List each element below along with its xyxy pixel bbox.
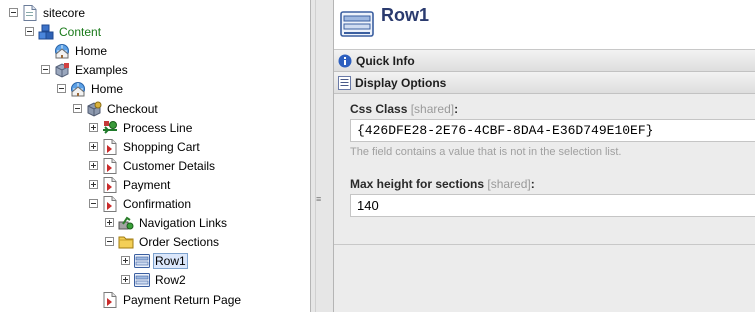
tree-node[interactable]: Customer Details bbox=[89, 156, 217, 175]
collapse-icon[interactable] bbox=[89, 199, 98, 208]
item-title: Row1 bbox=[381, 5, 430, 25]
css-class-validation-hint: The field contains a value that is not i… bbox=[350, 146, 622, 158]
display-options-fields: Css Class [shared]: {426DFE28-2E76-4CBF-… bbox=[334, 94, 755, 217]
item-header: Row1 bbox=[334, 0, 755, 50]
tree-node-label[interactable]: Navigation Links bbox=[137, 215, 229, 231]
tree-node[interactable]: Checkout bbox=[73, 99, 160, 118]
tree-node[interactable]: Home bbox=[41, 41, 109, 60]
css-class-shared-tag: [shared] bbox=[410, 102, 455, 116]
examples-box-icon bbox=[54, 62, 70, 78]
tree-node-label[interactable]: Payment bbox=[121, 177, 172, 193]
content-divider bbox=[334, 244, 755, 245]
tree-node[interactable]: Order Sections bbox=[105, 232, 221, 251]
splitter-edge-left bbox=[310, 0, 311, 312]
max-height-label: Max height for sections [shared]: bbox=[350, 177, 755, 191]
section-quick-info-label: Quick Info bbox=[356, 53, 415, 68]
tree-node[interactable]: Process Line bbox=[89, 118, 194, 137]
collapse-icon[interactable] bbox=[41, 65, 50, 74]
splitter-edge-inner bbox=[315, 0, 316, 312]
content-tree: sitecore Content Home Examples Home Checkout P… bbox=[0, 0, 310, 312]
css-class-field: Css Class [shared]: {426DFE28-2E76-4CBF-… bbox=[350, 102, 755, 158]
collapse-icon[interactable] bbox=[73, 104, 82, 113]
tree-node-label[interactable]: Checkout bbox=[105, 101, 160, 117]
tree-node-label[interactable]: Payment Return Page bbox=[121, 292, 243, 308]
folder-icon bbox=[118, 234, 134, 250]
tree-node-label[interactable]: Row1 bbox=[153, 252, 188, 269]
max-height-label-text: Max height for sections bbox=[350, 177, 485, 191]
tree-node-label[interactable]: Home bbox=[89, 81, 125, 97]
section-quick-info[interactable]: Quick Info bbox=[334, 50, 755, 72]
page-icon bbox=[102, 195, 118, 212]
css-class-label-text: Css Class bbox=[350, 102, 408, 116]
expand-icon[interactable] bbox=[89, 161, 98, 170]
tree-node-label[interactable]: Row2 bbox=[153, 272, 188, 288]
tree-node-label[interactable]: Order Sections bbox=[137, 234, 221, 250]
row-icon bbox=[134, 272, 150, 288]
css-class-input[interactable]: {426DFE28-2E76-4CBF-8DA4-E36D749E10EF} bbox=[350, 119, 755, 142]
splitter-grip-icon[interactable]: ≡ bbox=[316, 194, 321, 204]
content-editor: Row1 Quick Info Display Options Css Clas… bbox=[334, 0, 755, 312]
tree-node-label[interactable]: Process Line bbox=[121, 120, 194, 136]
tree-node[interactable]: Shopping Cart bbox=[89, 137, 202, 156]
tree-node-label[interactable]: Customer Details bbox=[121, 158, 217, 174]
page-icon bbox=[102, 291, 118, 308]
display-options-icon bbox=[338, 75, 351, 90]
checkout-box-icon bbox=[86, 101, 102, 117]
content-cubes-icon bbox=[38, 24, 54, 40]
tree-node-label[interactable]: Content bbox=[57, 24, 103, 40]
home-globe-icon bbox=[54, 43, 70, 59]
tree-node[interactable]: Navigation Links bbox=[105, 213, 229, 232]
navigation-links-icon bbox=[118, 215, 134, 231]
expand-icon[interactable] bbox=[89, 180, 98, 189]
max-height-field: Max height for sections [shared]: 140 bbox=[350, 177, 755, 217]
row-icon bbox=[134, 253, 150, 269]
pane-splitter[interactable]: ≡ bbox=[310, 0, 334, 312]
tree-node[interactable]: Row1 bbox=[121, 251, 188, 270]
section-display-options-label: Display Options bbox=[355, 75, 447, 90]
page-icon bbox=[102, 176, 118, 193]
css-class-label-colon: : bbox=[454, 102, 459, 116]
page-icon bbox=[102, 157, 118, 174]
expand-icon[interactable] bbox=[105, 218, 114, 227]
tree-node-label[interactable]: sitecore bbox=[41, 5, 87, 21]
tree-node[interactable]: sitecore bbox=[9, 3, 87, 22]
expand-icon[interactable] bbox=[121, 256, 130, 265]
max-height-input[interactable]: 140 bbox=[350, 194, 755, 217]
page-icon bbox=[102, 138, 118, 155]
document-icon bbox=[22, 4, 38, 21]
max-height-shared-tag: [shared] bbox=[487, 177, 531, 191]
home-globe-icon bbox=[70, 81, 86, 97]
info-icon bbox=[338, 54, 352, 68]
tree-node-label[interactable]: Home bbox=[73, 43, 109, 59]
expand-icon[interactable] bbox=[121, 275, 130, 284]
css-class-label: Css Class [shared]: bbox=[350, 102, 755, 116]
section-display-options[interactable]: Display Options bbox=[334, 72, 755, 94]
tree-node[interactable]: Payment bbox=[89, 175, 172, 194]
tree-node-label[interactable]: Confirmation bbox=[121, 196, 193, 212]
max-height-label-colon: : bbox=[530, 177, 535, 191]
tree-node[interactable]: Confirmation bbox=[89, 194, 193, 213]
tree-node-label[interactable]: Shopping Cart bbox=[121, 139, 202, 155]
tree-node-label[interactable]: Examples bbox=[73, 62, 130, 78]
tree-node[interactable]: Row2 bbox=[121, 270, 188, 289]
tree-node[interactable]: Content bbox=[25, 22, 103, 41]
collapse-icon[interactable] bbox=[9, 8, 18, 17]
row-icon bbox=[340, 6, 374, 43]
tree-node[interactable]: Examples bbox=[41, 60, 130, 79]
collapse-icon[interactable] bbox=[25, 27, 34, 36]
collapse-icon[interactable] bbox=[57, 84, 66, 93]
tree-node[interactable]: Payment Return Page bbox=[89, 290, 243, 309]
expand-icon[interactable] bbox=[89, 142, 98, 151]
expand-icon[interactable] bbox=[89, 123, 98, 132]
collapse-icon[interactable] bbox=[105, 237, 114, 246]
process-line-icon bbox=[102, 120, 118, 136]
tree-node[interactable]: Home bbox=[57, 79, 125, 98]
